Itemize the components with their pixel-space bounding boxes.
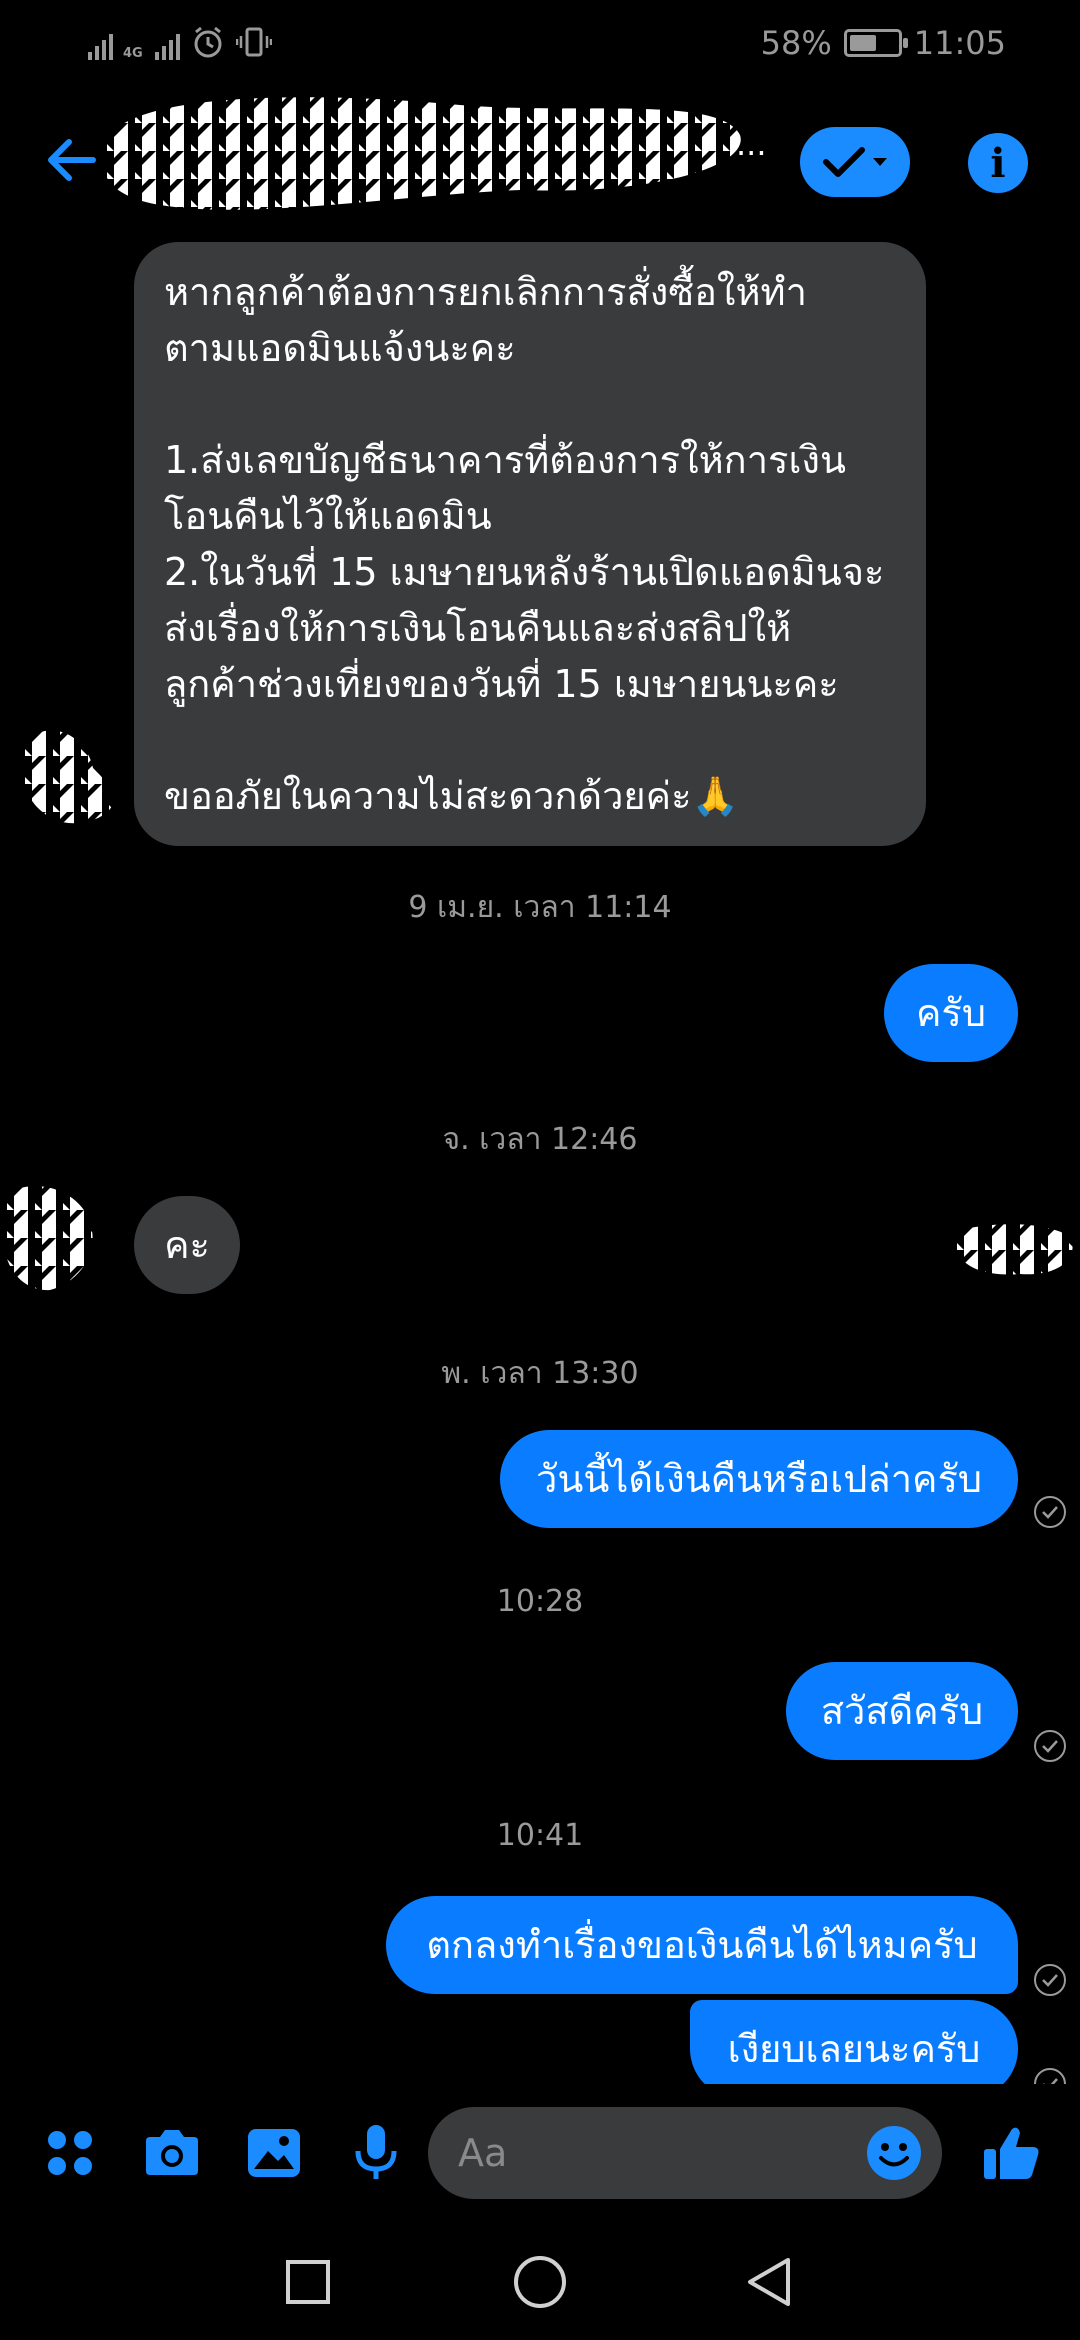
gallery-icon	[248, 2129, 300, 2177]
network-type: 4G	[123, 46, 143, 61]
timestamp: จ. เวลา 12:46	[442, 1122, 638, 1157]
status-time: 11:05	[913, 24, 1006, 62]
arrow-left-icon	[48, 139, 96, 181]
microphone-button[interactable]	[346, 2123, 406, 2183]
redacted-seen-avatar	[954, 1224, 1073, 1275]
conversation-header: ... i	[0, 95, 1080, 230]
delivered-check-icon	[1034, 2068, 1066, 2084]
battery-percent: 58%	[760, 24, 832, 62]
gallery-button[interactable]	[244, 2123, 304, 2183]
status-bar: 4G 58% 11:05	[0, 0, 1080, 90]
redacted-contact-name[interactable]	[100, 95, 750, 215]
status-right: 58% 11:05	[761, 24, 1006, 62]
title-ellipsis: ...	[736, 125, 767, 163]
check-icon	[823, 147, 865, 177]
signal-icon	[88, 30, 113, 60]
outgoing-message-bubble[interactable]: ครับ	[884, 964, 1018, 1062]
incoming-message-bubble[interactable]: คะ	[134, 1196, 240, 1294]
recent-apps-button[interactable]	[268, 2242, 348, 2322]
redacted-avatar[interactable]	[0, 1182, 100, 1292]
timestamp: พ. เวลา 13:30	[441, 1356, 639, 1391]
info-button[interactable]: i	[968, 133, 1028, 193]
home-button[interactable]	[500, 2242, 580, 2322]
apps-icon	[48, 2131, 92, 2175]
redacted-avatar[interactable]	[18, 728, 118, 828]
timestamp: 9 เม.ย. เวลา 11:14	[408, 890, 672, 925]
alarm-icon	[194, 26, 222, 58]
delivered-check-icon	[1034, 1496, 1066, 1528]
chevron-down-icon	[873, 158, 887, 166]
status-left-icons: 4G	[88, 24, 272, 60]
outgoing-message-bubble[interactable]: วันนี้ได้เงินคืนหรือเปล่าครับ	[500, 1430, 1018, 1528]
emoji-icon[interactable]	[864, 2123, 924, 2183]
timestamp: 10:41	[496, 1818, 584, 1853]
system-nav-bar	[0, 2220, 1080, 2340]
outgoing-message-bubble[interactable]: ตกลงทำเรื่องขอเงินคืนได้ไหมครับ	[386, 1896, 1018, 1994]
battery-icon	[843, 29, 908, 57]
microphone-icon	[355, 2125, 397, 2179]
timestamp: 10:28	[496, 1584, 584, 1619]
thumbs-up-icon	[984, 2127, 1039, 2179]
apps-button[interactable]	[40, 2123, 100, 2183]
camera-button[interactable]	[142, 2123, 202, 2183]
outgoing-message-bubble[interactable]: สวัสดีครับ	[786, 1662, 1018, 1760]
nav-back-button[interactable]	[730, 2242, 810, 2322]
info-icon: i	[990, 139, 1006, 187]
outgoing-message-bubble[interactable]: เงียบเลยนะครับ	[690, 2000, 1018, 2084]
vibrate-icon	[235, 27, 272, 57]
incoming-message-bubble[interactable]: หากลูกค้าต้องการยกเลิกการสั่งซื้อให้ทำ ต…	[134, 242, 926, 846]
like-button[interactable]	[982, 2123, 1042, 2183]
back-button[interactable]	[36, 125, 106, 195]
back-icon	[748, 2258, 790, 2306]
battery-level	[849, 35, 877, 51]
delivered-check-icon	[1034, 1964, 1066, 1996]
delivered-check-icon	[1034, 1730, 1066, 1762]
message-composer[interactable]	[428, 2107, 942, 2199]
camera-icon	[146, 2130, 198, 2175]
message-list[interactable]: หากลูกค้าต้องการยกเลิกการสั่งซื้อให้ทำ ต…	[0, 232, 1080, 2084]
composer-bar	[0, 2085, 1080, 2215]
recent-apps-icon	[286, 2260, 330, 2304]
home-icon	[514, 2256, 566, 2308]
conversation-status-button[interactable]	[800, 127, 910, 197]
signal-icon-2	[154, 30, 180, 60]
message-input[interactable]	[458, 2121, 838, 2185]
